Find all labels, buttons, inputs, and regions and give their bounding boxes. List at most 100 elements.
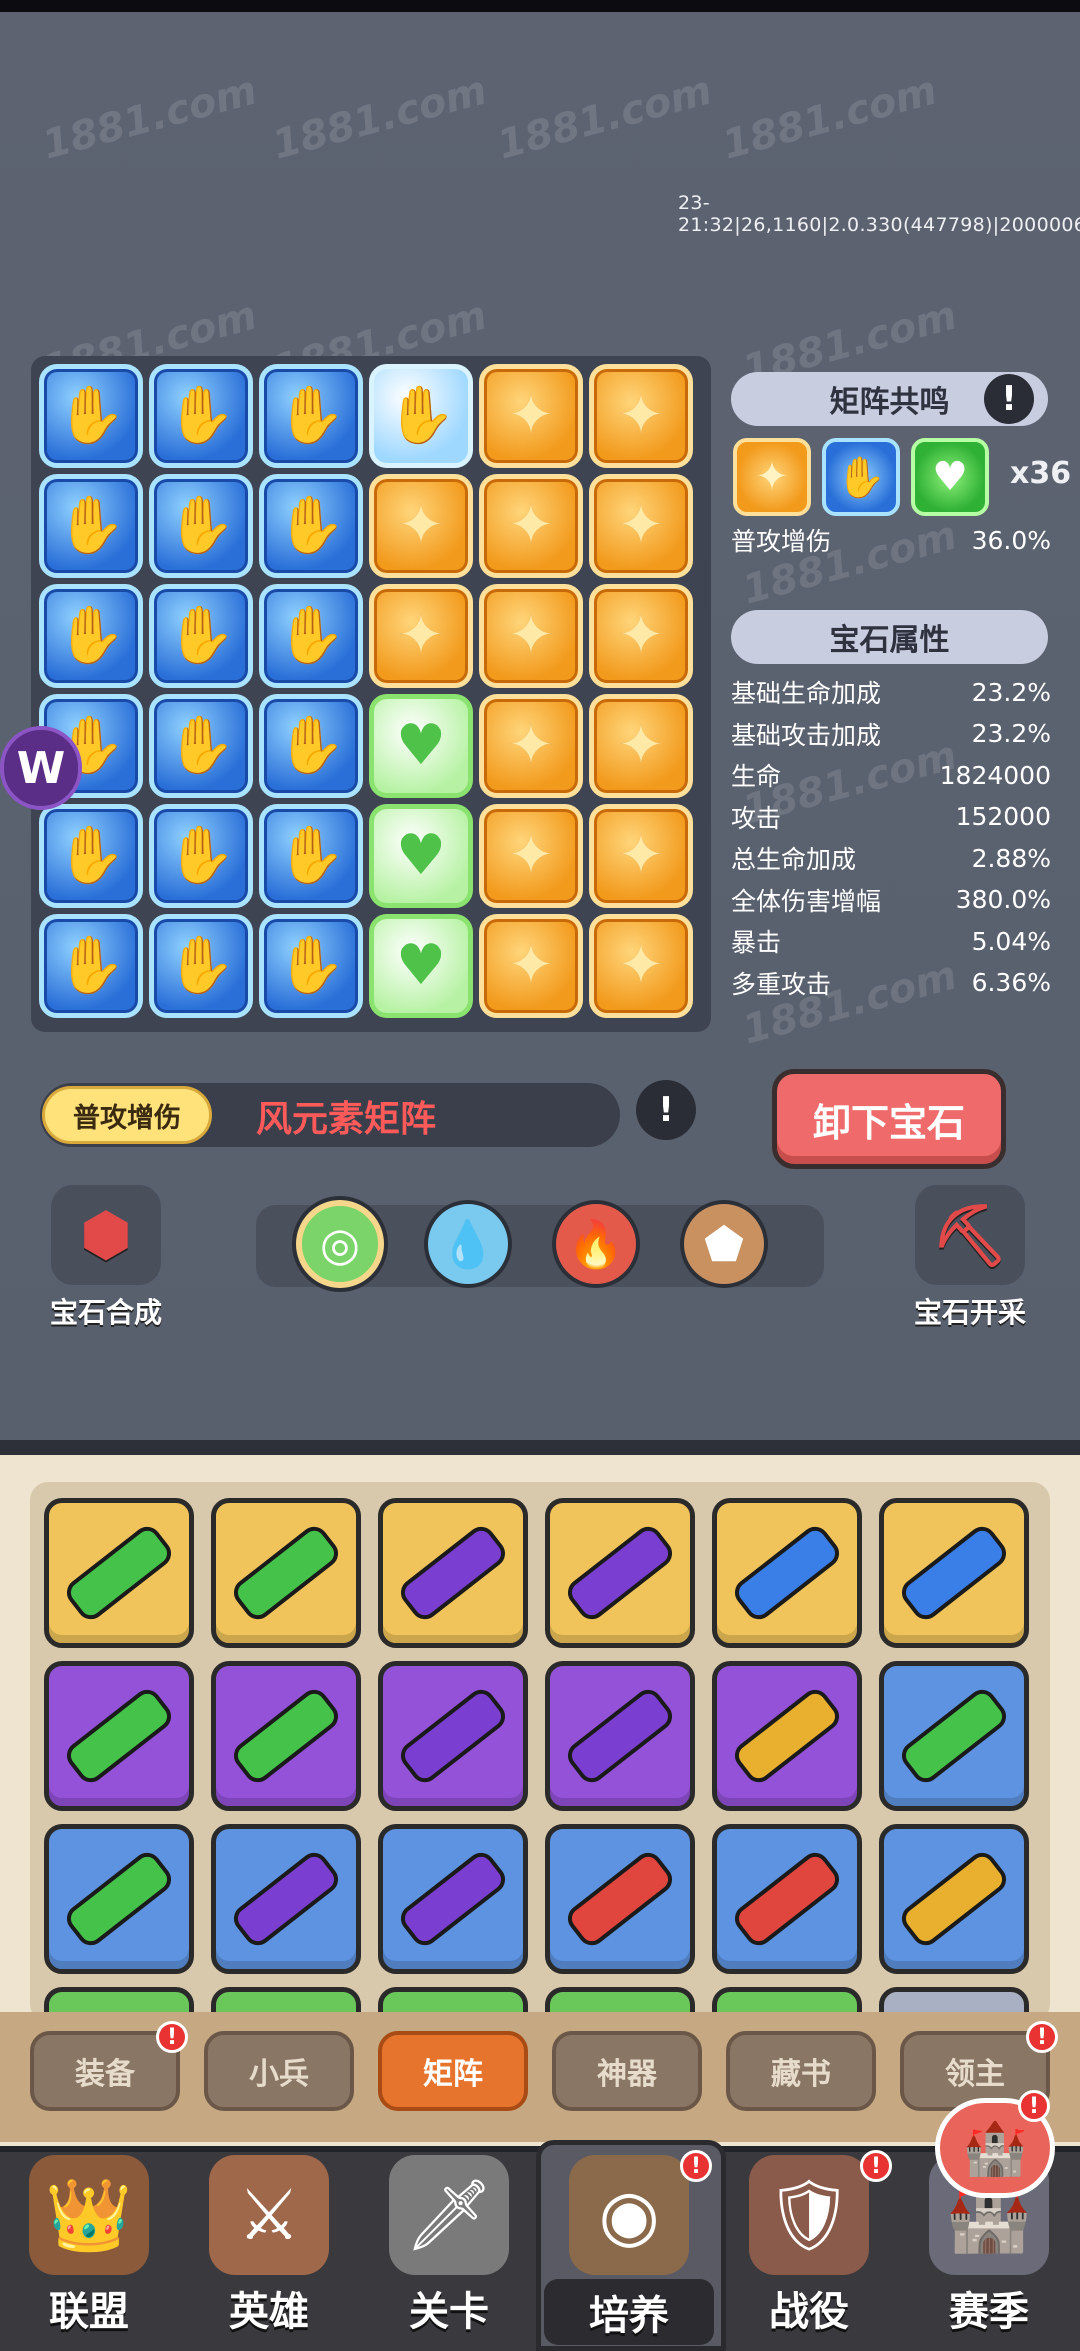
subtab-4[interactable]: 神器 bbox=[552, 2031, 702, 2111]
matrix-cell-blue[interactable]: ✋ bbox=[149, 474, 253, 578]
inventory-gem-slot[interactable] bbox=[712, 1498, 862, 1648]
matrix-cell-gold[interactable]: ✦ bbox=[589, 914, 693, 1018]
matrix-cell-gold[interactable]: ✦ bbox=[589, 584, 693, 688]
subtab-2[interactable]: 小兵 bbox=[204, 2031, 354, 2111]
fist-gem-icon: ✋ bbox=[276, 713, 346, 778]
gem-attribute-value: 380.0% bbox=[955, 885, 1051, 914]
inventory-gem-slot[interactable] bbox=[44, 1824, 194, 1974]
matrix-cell-blue-white[interactable]: ✋ bbox=[369, 364, 473, 468]
inventory-gem-slot[interactable] bbox=[879, 1824, 1029, 1974]
matrix-cell-blue[interactable]: ✋ bbox=[39, 914, 143, 1018]
gem-attributes-title: 宝石属性 bbox=[731, 610, 1048, 664]
gem-attribute-row: 全体伤害增幅 380.0% bbox=[731, 880, 1051, 920]
nav-icon: 🗡 bbox=[389, 2155, 509, 2275]
matrix-cell-blue[interactable]: ✋ bbox=[259, 914, 363, 1018]
fire-element-icon[interactable]: 🔥 bbox=[552, 1200, 640, 1288]
resonance-info-button[interactable]: ! bbox=[984, 374, 1034, 424]
matrix-info-button[interactable]: ! bbox=[636, 1080, 696, 1140]
matrix-cell-gold[interactable]: ✦ bbox=[369, 584, 473, 688]
nav-item-1[interactable]: 👑 联盟 bbox=[4, 2155, 174, 2337]
inventory-gem-slot[interactable] bbox=[211, 1498, 361, 1648]
version-info: 23-21:32|26,1160|2.0.330(447798)|2000006… bbox=[678, 192, 1080, 236]
matrix-cell-green[interactable]: ♥ bbox=[369, 914, 473, 1018]
castle-alert-badge: ! bbox=[1018, 2090, 1050, 2122]
gem-attribute-row: 生命 1824000 bbox=[731, 755, 1051, 795]
inventory-gem-slot[interactable] bbox=[545, 1824, 695, 1974]
subtab-5[interactable]: 藏书 bbox=[726, 2031, 876, 2111]
matrix-cell-blue[interactable]: ✋ bbox=[149, 364, 253, 468]
matrix-cell-gold[interactable]: ✦ bbox=[589, 694, 693, 798]
nav-alert-badge: ! bbox=[680, 2150, 712, 2182]
nav-item-5[interactable]: 🛡 战役 bbox=[724, 2155, 894, 2337]
matrix-cell-gold[interactable]: ✦ bbox=[479, 584, 583, 688]
fist-gem-icon: ✋ bbox=[56, 603, 126, 668]
gem-attribute-value: 2.88% bbox=[971, 843, 1051, 873]
matrix-name: 风元素矩阵 bbox=[256, 1099, 437, 1140]
matrix-cell-gold[interactable]: ✦ bbox=[589, 804, 693, 908]
inventory-gem-slot[interactable] bbox=[211, 1661, 361, 1811]
earth-element-icon[interactable]: ⬟ bbox=[680, 1200, 768, 1288]
gem-synthesis-label: 宝石合成 bbox=[49, 1296, 162, 1329]
gem-synthesis-button[interactable]: ⬢ 宝石合成 bbox=[36, 1185, 176, 1331]
nav-item-3[interactable]: 🗡 关卡 bbox=[364, 2155, 534, 2337]
gem-inventory-panel bbox=[30, 1482, 1050, 2022]
matrix-cell-blue[interactable]: ✋ bbox=[39, 364, 143, 468]
fist-gem-icon: ✋ bbox=[166, 493, 236, 558]
inventory-gem-slot[interactable] bbox=[879, 1661, 1029, 1811]
fist-gem-icon: ✋ bbox=[166, 823, 236, 888]
nav-label: 关卡 bbox=[409, 2289, 489, 2335]
star-gem-icon: ✦ bbox=[507, 823, 555, 888]
matrix-cell-gold[interactable]: ✦ bbox=[479, 694, 583, 798]
gem-attribute-value: 6.36% bbox=[971, 968, 1051, 997]
inventory-gem-slot[interactable] bbox=[44, 1661, 194, 1811]
star-gem-icon: ✦ bbox=[397, 493, 445, 558]
floating-assistant-icon[interactable]: W bbox=[0, 726, 82, 810]
matrix-cell-blue[interactable]: ✋ bbox=[39, 584, 143, 688]
inventory-gem-slot[interactable] bbox=[211, 1824, 361, 1974]
inventory-gem-slot[interactable] bbox=[545, 1498, 695, 1648]
matrix-cell-green[interactable]: ♥ bbox=[369, 694, 473, 798]
gem-attribute-label: 暴击 bbox=[731, 928, 782, 957]
gem-mining-button[interactable]: ⛏ 宝石开采 bbox=[900, 1185, 1040, 1331]
matrix-cell-blue[interactable]: ✋ bbox=[149, 694, 253, 798]
matrix-cell-blue[interactable]: ✋ bbox=[259, 694, 363, 798]
matrix-cell-gold[interactable]: ✦ bbox=[479, 474, 583, 578]
matrix-cell-gold[interactable]: ✦ bbox=[589, 364, 693, 468]
matrix-cell-blue[interactable]: ✋ bbox=[149, 804, 253, 908]
inventory-gem-slot[interactable] bbox=[545, 1661, 695, 1811]
inventory-gem-slot[interactable] bbox=[378, 1661, 528, 1811]
inventory-gem-slot[interactable] bbox=[378, 1498, 528, 1648]
status-bar bbox=[0, 0, 1080, 12]
matrix-cell-gold[interactable]: ✦ bbox=[369, 474, 473, 578]
matrix-cell-blue[interactable]: ✋ bbox=[39, 804, 143, 908]
subtab-3[interactable]: 矩阵 bbox=[378, 2031, 528, 2111]
gem-attribute-label: 基础攻击加成 bbox=[731, 720, 882, 750]
matrix-cell-gold[interactable]: ✦ bbox=[479, 914, 583, 1018]
matrix-cell-gold[interactable]: ✦ bbox=[479, 804, 583, 908]
wind-element-icon[interactable]: ◎ bbox=[296, 1200, 384, 1288]
inventory-gem-slot[interactable] bbox=[879, 1498, 1029, 1648]
nav-item-4[interactable]: ◉ 培养 bbox=[544, 2155, 714, 2345]
matrix-cell-gold[interactable]: ✦ bbox=[479, 364, 583, 468]
inventory-gem-slot[interactable] bbox=[378, 1824, 528, 1974]
unload-gems-button[interactable]: 卸下宝石 bbox=[772, 1069, 1006, 1169]
fist-gem-icon: ✋ bbox=[56, 383, 126, 448]
matrix-cell-blue[interactable]: ✋ bbox=[39, 474, 143, 578]
gem-bar-icon bbox=[395, 1521, 511, 1625]
resonance-effect-value: 36.0% bbox=[971, 525, 1051, 555]
inventory-gem-slot[interactable] bbox=[44, 1498, 194, 1648]
matrix-cell-gold[interactable]: ✦ bbox=[589, 474, 693, 578]
matrix-cell-blue[interactable]: ✋ bbox=[149, 914, 253, 1018]
matrix-cell-blue[interactable]: ✋ bbox=[259, 364, 363, 468]
matrix-cell-blue[interactable]: ✋ bbox=[259, 584, 363, 688]
gem-bar-icon bbox=[896, 1521, 1012, 1625]
matrix-cell-blue[interactable]: ✋ bbox=[259, 474, 363, 578]
inventory-gem-slot[interactable] bbox=[712, 1824, 862, 1974]
matrix-cell-blue[interactable]: ✋ bbox=[149, 584, 253, 688]
matrix-cell-green[interactable]: ♥ bbox=[369, 804, 473, 908]
water-element-icon[interactable]: 💧 bbox=[424, 1200, 512, 1288]
matrix-cell-blue[interactable]: ✋ bbox=[259, 804, 363, 908]
fist-gem-icon: ✋ bbox=[166, 933, 236, 998]
inventory-gem-slot[interactable] bbox=[712, 1661, 862, 1811]
nav-item-2[interactable]: ⚔ 英雄 bbox=[184, 2155, 354, 2337]
